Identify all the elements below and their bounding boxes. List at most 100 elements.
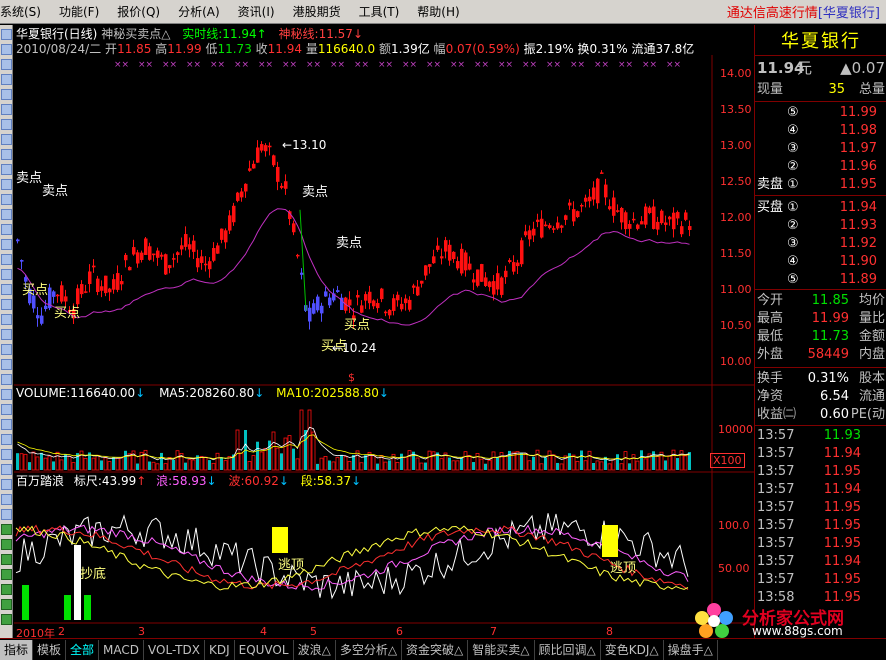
stat-label-right: 内盘 <box>858 347 885 362</box>
indicator-tab[interactable]: 智能买卖△ <box>468 639 535 660</box>
toolbar-button[interactable] <box>1 74 12 85</box>
candle-body <box>172 258 176 260</box>
candlestick-chart-svg[interactable]: $ ×× ×× ×× ×× ×× ×× ×× ×× ×× ×× ×× ×× ×× ×× ×× ×× ×× ×× ×× ×… <box>14 25 754 638</box>
stat-row: 今开 11.85 均价 <box>757 292 885 310</box>
toolbar-button[interactable] <box>1 104 12 115</box>
menu-tools[interactable]: 工具(T) <box>350 0 409 24</box>
toolbar-button[interactable] <box>1 614 12 625</box>
candle-body <box>36 315 40 319</box>
toolbar-button[interactable] <box>1 419 12 430</box>
toolbar-button[interactable] <box>1 299 12 310</box>
volume-bar <box>112 457 115 470</box>
menu-help[interactable]: 帮助(H) <box>408 0 468 24</box>
menu-quote[interactable]: 报价(Q) <box>108 0 169 24</box>
candle-body <box>356 295 360 298</box>
toolbar-button[interactable] <box>1 194 12 205</box>
candle-body <box>152 253 156 256</box>
toolbar-button[interactable] <box>1 254 12 265</box>
tick-time: 13:57 <box>757 572 795 587</box>
toolbar-button[interactable] <box>1 89 12 100</box>
toolbar-button[interactable] <box>1 509 12 520</box>
tick-price: 11.95 <box>823 500 861 515</box>
float-value: 流通37.8亿 <box>631 42 695 56</box>
indicator-tab[interactable]: 全部 <box>66 639 100 660</box>
toolbar-button[interactable] <box>1 554 12 565</box>
toolbar-button[interactable] <box>1 434 12 445</box>
toolbar-button[interactable] <box>1 479 12 490</box>
indicator-tab[interactable]: 模板 <box>33 639 67 660</box>
toolbar-button[interactable] <box>1 44 12 55</box>
toolbar-button[interactable] <box>1 344 12 355</box>
menu-info[interactable]: 资讯(I) <box>229 0 284 24</box>
toolbar-button[interactable] <box>1 494 12 505</box>
indicator-tab[interactable]: 多空分析△ <box>336 639 403 660</box>
candle-body <box>96 278 100 292</box>
fundamental-label: 净资 <box>757 389 784 404</box>
toolbar-button[interactable] <box>1 389 12 400</box>
tick-price: 11.94 <box>823 482 861 497</box>
indicator-tab[interactable]: KDJ <box>205 639 235 660</box>
menu-system[interactable]: 系统(S) <box>0 0 50 24</box>
candle-body <box>120 281 124 285</box>
toolbar-button[interactable] <box>1 449 12 460</box>
down-arrow-icon: ↓ <box>206 474 217 488</box>
toolbar-button[interactable] <box>1 404 12 415</box>
toolbar-button[interactable] <box>1 314 12 325</box>
indicator-tab[interactable]: 操盘手△ <box>664 639 718 660</box>
toolbar-button[interactable] <box>1 239 12 250</box>
volume-bar <box>676 458 679 470</box>
toolbar-button[interactable] <box>1 524 12 535</box>
toolbar-button[interactable] <box>1 284 12 295</box>
toolbar-button[interactable] <box>1 584 12 595</box>
toolbar-button[interactable] <box>1 464 12 475</box>
candle-body <box>596 178 600 204</box>
candle-body <box>52 291 56 297</box>
toolbar-button[interactable] <box>1 539 12 550</box>
toolbar-button[interactable] <box>1 59 12 70</box>
toolbar-button[interactable] <box>1 119 12 130</box>
indicator-name[interactable]: 神秘买卖点△ <box>101 27 170 41</box>
toolbar-button[interactable] <box>1 164 12 175</box>
candle-body <box>440 256 444 259</box>
toolbar-button[interactable] <box>1 329 12 340</box>
toolbar-button[interactable] <box>1 359 12 370</box>
toolbar-button[interactable] <box>1 179 12 190</box>
tick-time: 13:57 <box>757 446 795 461</box>
candle-body <box>472 279 476 283</box>
candle-body <box>556 222 560 229</box>
indicator-tab[interactable]: 波浪△ <box>294 639 336 660</box>
signal-marker: ×× <box>306 60 321 70</box>
toolbar-button[interactable] <box>1 134 12 145</box>
candle-body <box>44 305 48 310</box>
indicator-tab[interactable]: VOL-TDX <box>144 639 205 660</box>
indicator-tab[interactable]: 指标 <box>0 639 34 660</box>
indicator-tab[interactable]: 资金突破△ <box>402 639 469 660</box>
low-value: 11.73 <box>217 42 252 56</box>
signal-marker: ×× <box>138 60 153 70</box>
indicator-tab[interactable]: EQUVOL <box>235 639 294 660</box>
toolbar-button[interactable] <box>1 374 12 385</box>
ask-level: ① <box>787 177 799 192</box>
price-tick-13-5: 13.50 <box>720 103 752 116</box>
toolbar-button[interactable] <box>1 29 12 40</box>
menu-hk-futures[interactable]: 港股期货 <box>284 0 350 24</box>
toolbar-button[interactable] <box>1 149 12 160</box>
chart-area[interactable]: $ ×× ×× ×× ×× ×× ×× ×× ×× ×× ×× ×× ×× ×× ×× ×× ×× ×× ×× ×× ×… <box>14 25 754 640</box>
indicator-tab[interactable]: 顾比回调△ <box>535 639 601 660</box>
volume-pane-label: VOLUME:116640.00↓ MA5:208260.80↓ MA10:20… <box>16 386 389 400</box>
toolbar-button[interactable] <box>1 569 12 580</box>
toolbar-button[interactable] <box>1 269 12 280</box>
candle-body <box>100 286 104 291</box>
toolbar-button[interactable] <box>1 224 12 235</box>
change-label: 幅 <box>433 42 446 56</box>
indicator-tab[interactable]: MACD <box>99 639 145 660</box>
bottom-signal-bar <box>84 595 91 620</box>
indicator-tab[interactable]: 变色KDJ△ <box>601 639 664 660</box>
tick-price: 11.94 <box>823 446 861 461</box>
menu-analysis[interactable]: 分析(A) <box>169 0 229 24</box>
toolbar-button[interactable] <box>1 209 12 220</box>
toolbar-button[interactable] <box>1 599 12 610</box>
wave-indicator-name[interactable]: 百万踏浪 <box>16 474 64 488</box>
up-arrow-icon: ↑ <box>136 474 147 488</box>
menu-function[interactable]: 功能(F) <box>50 0 108 24</box>
